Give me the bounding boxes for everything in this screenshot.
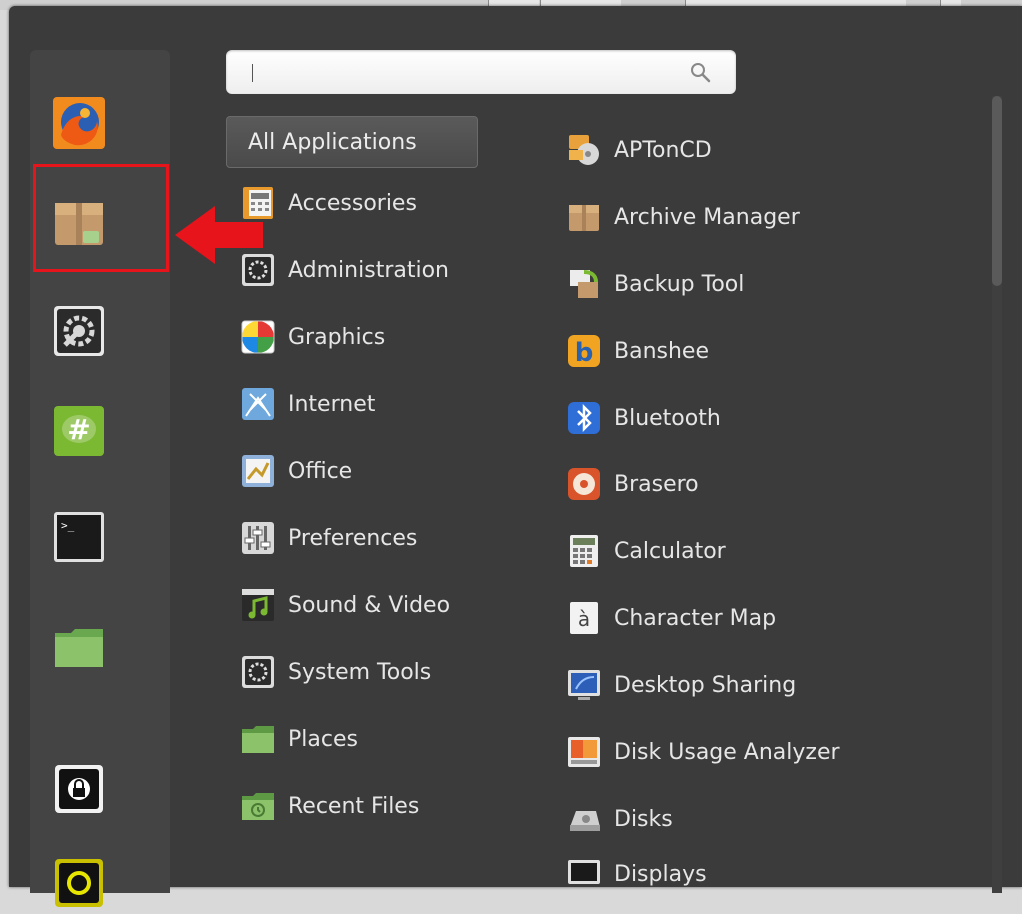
category-label: Preferences: [288, 525, 418, 551]
app-calculator[interactable]: Calculator: [564, 529, 964, 573]
music-film-icon: [242, 589, 274, 621]
color-wheel-icon: [241, 320, 275, 354]
highlight-box: [33, 164, 169, 272]
svg-text:>_: >_: [61, 519, 75, 532]
app-label: Bluetooth: [614, 405, 721, 431]
category-label: Recent Files: [288, 793, 420, 819]
app-disks[interactable]: Disks: [564, 797, 964, 841]
network-icon: [242, 388, 274, 420]
category-label: All Applications: [248, 130, 417, 155]
character-map-icon: à: [570, 602, 598, 634]
app-label: Disks: [614, 806, 673, 832]
app-label: Backup Tool: [614, 271, 745, 297]
favorite-logout[interactable]: [48, 852, 110, 914]
category-label: Internet: [288, 391, 376, 417]
app-label: Brasero: [614, 471, 699, 497]
favorite-terminal[interactable]: >_: [48, 506, 110, 568]
svg-text:à: à: [578, 607, 590, 631]
text-caret: [252, 64, 253, 82]
recent-folder-icon: [242, 793, 274, 820]
app-label: Calculator: [614, 538, 726, 564]
app-list-scrollbar[interactable]: [992, 96, 1002, 893]
settings-gear-icon: [54, 306, 104, 356]
category-office[interactable]: Office: [238, 449, 518, 493]
search-input[interactable]: [240, 58, 674, 88]
svg-text:#: #: [67, 413, 90, 446]
app-aptoncd[interactable]: APTonCD: [564, 128, 964, 172]
folder-icon: [242, 726, 274, 753]
app-label: Displays: [614, 861, 707, 887]
banshee-icon: b: [568, 335, 600, 368]
backup-icon: [570, 270, 598, 298]
category-label: Office: [288, 458, 353, 484]
firefox-icon: [53, 97, 105, 149]
calculator-notepad-icon: [243, 187, 273, 219]
archive-box-icon: [569, 205, 599, 231]
category-sound-video[interactable]: Sound & Video: [238, 583, 518, 627]
category-administration[interactable]: Administration: [238, 248, 518, 292]
category-label: System Tools: [288, 659, 432, 685]
search-icon: [691, 63, 711, 83]
disks-icon: [570, 811, 600, 831]
app-label: Desktop Sharing: [614, 672, 797, 698]
category-recent-files[interactable]: Recent Files: [238, 784, 518, 828]
bluetooth-icon: [568, 402, 600, 434]
category-preferences[interactable]: Preferences: [238, 516, 518, 560]
category-label: Places: [288, 726, 358, 752]
app-label: Disk Usage Analyzer: [614, 739, 840, 765]
scrollbar-thumb[interactable]: [992, 96, 1002, 286]
favorite-chat[interactable]: #: [48, 400, 110, 462]
category-accessories[interactable]: Accessories: [238, 181, 518, 225]
calculator-icon: [570, 535, 598, 567]
brasero-icon: [568, 468, 600, 500]
category-internet[interactable]: Internet: [238, 382, 518, 426]
search-box[interactable]: [226, 50, 736, 94]
favorite-files[interactable]: [48, 616, 110, 678]
app-brasero[interactable]: Brasero: [564, 462, 964, 506]
application-menu: # >_ All Applications Accessories Admini…: [9, 6, 1022, 907]
category-label: Sound & Video: [288, 592, 451, 618]
office-chart-icon: [242, 455, 274, 487]
admin-gear-icon: [242, 254, 274, 286]
desktop-sharing-icon: [568, 670, 600, 700]
app-backup-tool[interactable]: Backup Tool: [564, 262, 964, 306]
category-label: Administration: [288, 257, 449, 283]
category-graphics[interactable]: Graphics: [238, 315, 518, 359]
system-gear-icon: [242, 656, 274, 688]
app-desktop-sharing[interactable]: Desktop Sharing: [564, 663, 964, 707]
app-label: Banshee: [614, 338, 709, 364]
app-label: APTonCD: [614, 137, 712, 163]
category-system-tools[interactable]: System Tools: [238, 650, 518, 694]
folder-icon: [55, 629, 103, 667]
app-character-map[interactable]: à Character Map: [564, 596, 964, 640]
category-places[interactable]: Places: [238, 717, 518, 761]
power-icon: [55, 859, 103, 907]
category-label: Accessories: [288, 190, 417, 216]
app-bluetooth[interactable]: Bluetooth: [564, 396, 964, 440]
app-label: Character Map: [614, 605, 777, 631]
sliders-icon: [242, 522, 274, 554]
favorite-lock-screen[interactable]: [48, 758, 110, 820]
chat-hash-icon: #: [54, 406, 104, 456]
favorite-firefox[interactable]: [48, 92, 110, 154]
terminal-icon: >_: [54, 512, 104, 562]
lock-icon: [55, 765, 103, 813]
aptoncd-icon: [569, 135, 599, 165]
app-archive-manager[interactable]: Archive Manager: [564, 195, 964, 239]
favorite-system-settings[interactable]: [48, 300, 110, 362]
app-banshee[interactable]: b Banshee: [564, 329, 964, 373]
app-displays[interactable]: Displays: [564, 852, 964, 896]
category-all-applications[interactable]: All Applications: [226, 116, 478, 168]
app-label: Archive Manager: [614, 204, 800, 230]
category-label: Graphics: [288, 324, 386, 350]
svg-text:b: b: [575, 338, 594, 368]
disk-usage-icon: [568, 737, 600, 767]
app-disk-usage-analyzer[interactable]: Disk Usage Analyzer: [564, 730, 964, 774]
